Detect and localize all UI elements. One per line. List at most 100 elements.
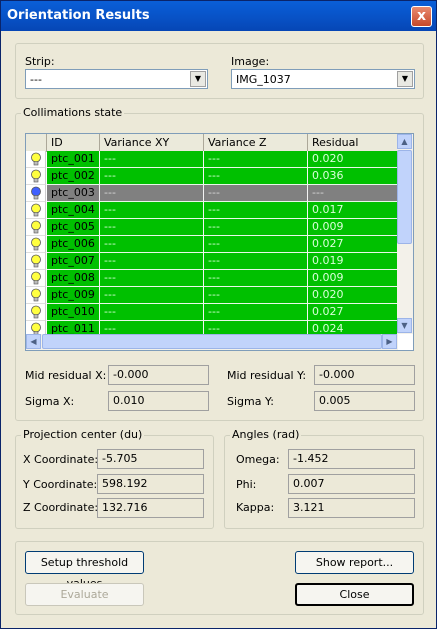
table-row[interactable]: ptc_001 --- --- 0.020 <box>26 151 398 168</box>
cell-variance-xy[interactable]: --- <box>100 202 204 219</box>
collimations-table[interactable]: ID Variance XY Variance Z Residual ptc_0… <box>25 133 414 351</box>
cell-variance-xy[interactable]: --- <box>100 287 204 304</box>
cell-residual[interactable]: 0.020 <box>308 287 398 304</box>
mid-residual-y-label: Mid residual Y: <box>227 369 307 382</box>
bulb-icon[interactable] <box>26 168 46 185</box>
scroll-up-icon[interactable]: ▲ <box>397 134 412 149</box>
chevron-down-icon[interactable]: ▼ <box>397 71 413 87</box>
cell-variance-z[interactable]: --- <box>204 253 308 270</box>
title-bar[interactable]: Orientation Results x <box>1 1 436 31</box>
cell-variance-z[interactable]: --- <box>204 202 308 219</box>
table-row[interactable]: ptc_003 --- --- --- <box>26 185 398 202</box>
vertical-scroll-thumb[interactable] <box>397 150 412 244</box>
header-variance-z[interactable]: Variance Z <box>204 134 308 151</box>
table-row[interactable]: ptc_005 --- --- 0.009 <box>26 219 398 236</box>
cell-residual[interactable]: 0.017 <box>308 202 398 219</box>
show-report-button[interactable]: Show report... <box>295 551 414 574</box>
table-row[interactable]: ptc_010 --- --- 0.027 <box>26 304 398 321</box>
cell-variance-xy[interactable]: --- <box>100 253 204 270</box>
image-select[interactable]: IMG_1037 ▼ <box>231 69 415 89</box>
cell-variance-z[interactable]: --- <box>204 304 308 321</box>
cell-id[interactable]: ptc_010 <box>47 304 100 321</box>
cell-id[interactable]: ptc_004 <box>47 202 100 219</box>
z-coordinate-label: Z Coordinate: <box>23 501 99 514</box>
cell-residual[interactable]: 0.027 <box>308 304 398 321</box>
cell-id[interactable]: ptc_009 <box>47 287 100 304</box>
table-row[interactable]: ptc_008 --- --- 0.009 <box>26 270 398 287</box>
evaluate-button[interactable]: Evaluate <box>25 583 144 606</box>
close-icon[interactable]: x <box>411 6 432 27</box>
cell-variance-xy[interactable]: --- <box>100 168 204 185</box>
scroll-right-icon[interactable]: ▶ <box>382 334 397 349</box>
mid-residual-x-value: -0.000 <box>108 365 209 385</box>
bulb-icon[interactable] <box>26 304 46 321</box>
sigma-y-value: 0.005 <box>314 391 415 411</box>
table-row[interactable]: ptc_002 --- --- 0.036 <box>26 168 398 185</box>
sigma-y-label: Sigma Y: <box>227 395 274 408</box>
cell-residual[interactable]: 0.020 <box>308 151 398 168</box>
cell-residual[interactable]: 0.027 <box>308 236 398 253</box>
scroll-left-icon[interactable]: ◀ <box>26 334 41 349</box>
y-coordinate-value: 598.192 <box>97 474 204 494</box>
cell-id[interactable]: ptc_007 <box>47 253 100 270</box>
cell-id[interactable]: ptc_001 <box>47 151 100 168</box>
cell-residual[interactable]: 0.009 <box>308 219 398 236</box>
cell-variance-xy[interactable]: --- <box>100 270 204 287</box>
sigma-x-label: Sigma X: <box>25 395 75 408</box>
cell-residual[interactable]: --- <box>308 185 398 202</box>
bulb-icon[interactable] <box>26 236 46 253</box>
header-residual[interactable]: Residual <box>308 134 398 151</box>
window-title: Orientation Results <box>7 8 150 23</box>
table-row[interactable]: ptc_006 --- --- 0.027 <box>26 236 398 253</box>
bulb-icon[interactable] <box>26 219 46 236</box>
bulb-icon[interactable] <box>26 151 46 168</box>
cell-variance-z[interactable]: --- <box>204 270 308 287</box>
header-variance-xy[interactable]: Variance XY <box>100 134 204 151</box>
horizontal-scroll-thumb[interactable] <box>42 334 382 349</box>
bulb-icon[interactable] <box>26 287 46 304</box>
chevron-down-icon[interactable]: ▼ <box>190 71 206 87</box>
horizontal-scrollbar[interactable]: ◀ ▶ <box>26 334 398 350</box>
image-value: IMG_1037 <box>236 73 291 86</box>
bulb-icon[interactable] <box>26 253 46 270</box>
table-row[interactable]: ptc_004 --- --- 0.017 <box>26 202 398 219</box>
strip-select[interactable]: --- ▼ <box>25 69 208 89</box>
setup-threshold-button[interactable]: Setup threshold values <box>25 551 144 590</box>
bulb-icon[interactable] <box>26 202 46 219</box>
cell-variance-xy[interactable]: --- <box>100 185 204 202</box>
cell-id[interactable]: ptc_002 <box>47 168 100 185</box>
cell-variance-z[interactable]: --- <box>204 287 308 304</box>
strip-label: Strip: <box>25 55 55 68</box>
vertical-scrollbar[interactable]: ▲ ▼ <box>397 134 413 334</box>
angles-title: Angles (rad) <box>230 428 302 441</box>
x-coordinate-value: -5.705 <box>97 449 204 469</box>
table-row[interactable]: ptc_007 --- --- 0.019 <box>26 253 398 270</box>
cell-variance-z[interactable]: --- <box>204 219 308 236</box>
z-coordinate-value: 132.716 <box>97 498 204 518</box>
cell-variance-z[interactable]: --- <box>204 185 308 202</box>
cell-variance-z[interactable]: --- <box>204 168 308 185</box>
cell-variance-xy[interactable]: --- <box>100 151 204 168</box>
table-row[interactable]: ptc_009 --- --- 0.020 <box>26 287 398 304</box>
header-icon-column <box>26 134 47 151</box>
cell-id[interactable]: ptc_006 <box>47 236 100 253</box>
cell-id[interactable]: ptc_005 <box>47 219 100 236</box>
omega-label: Omega: <box>236 453 280 466</box>
cell-variance-xy[interactable]: --- <box>100 304 204 321</box>
header-id[interactable]: ID <box>47 134 100 151</box>
cell-id[interactable]: ptc_008 <box>47 270 100 287</box>
cell-residual[interactable]: 0.019 <box>308 253 398 270</box>
close-button[interactable]: Close <box>295 583 414 606</box>
cell-variance-z[interactable]: --- <box>204 236 308 253</box>
bulb-icon[interactable] <box>26 270 46 287</box>
scroll-down-icon[interactable]: ▼ <box>397 318 412 333</box>
cell-id[interactable]: ptc_003 <box>47 185 100 202</box>
cell-variance-xy[interactable]: --- <box>100 236 204 253</box>
cell-variance-xy[interactable]: --- <box>100 219 204 236</box>
cell-variance-z[interactable]: --- <box>204 151 308 168</box>
bulb-icon[interactable] <box>26 185 46 202</box>
kappa-value: 3.121 <box>288 498 415 518</box>
cell-residual[interactable]: 0.036 <box>308 168 398 185</box>
projection-center-title: Projection center (du) <box>21 428 145 441</box>
cell-residual[interactable]: 0.009 <box>308 270 398 287</box>
